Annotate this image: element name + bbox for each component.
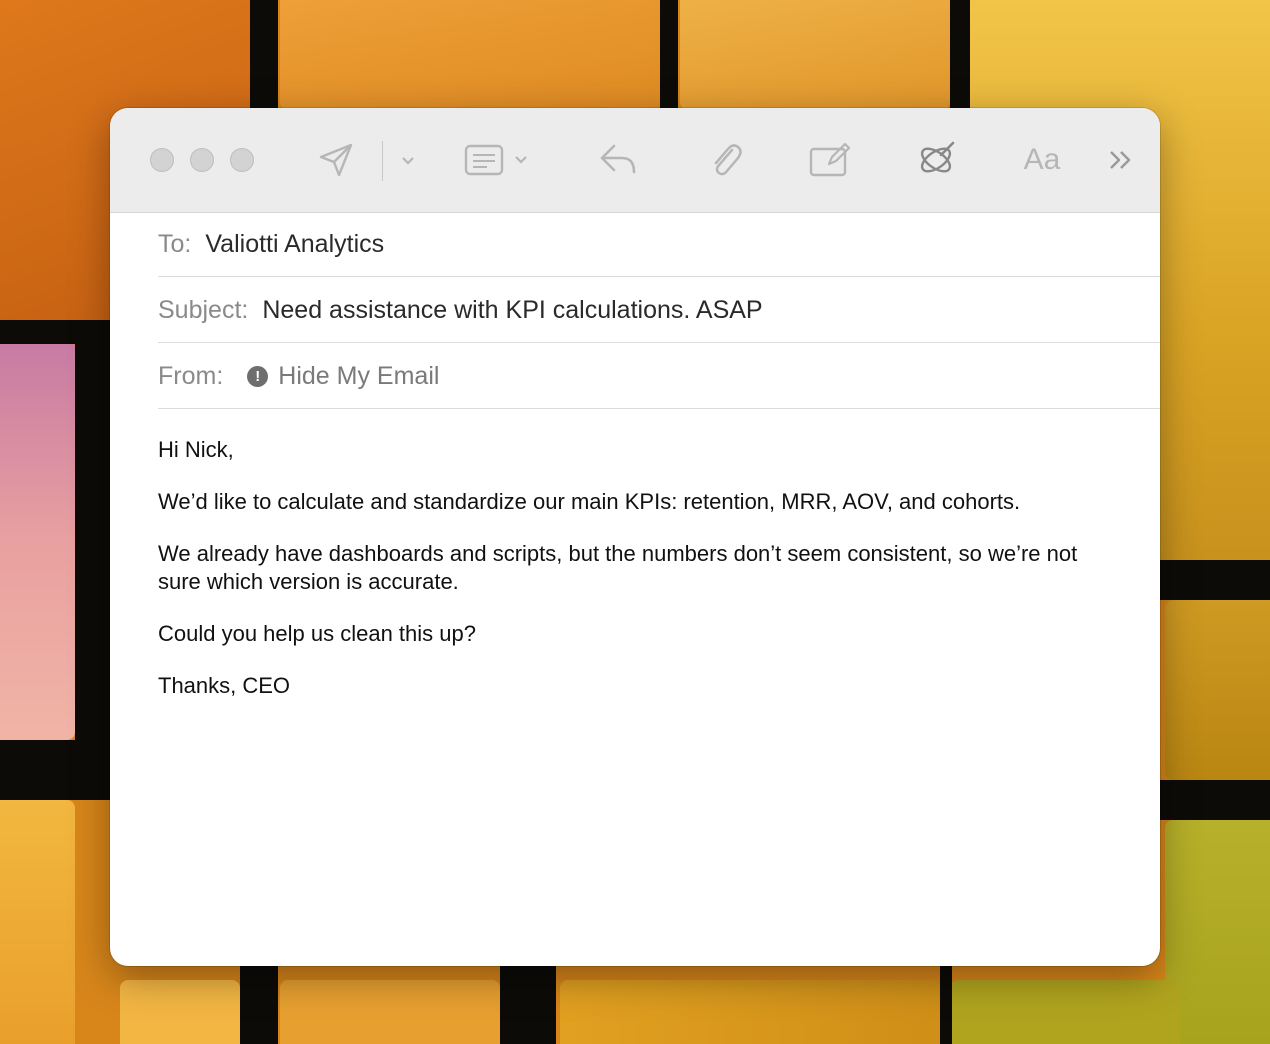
reply-icon[interactable] [596,138,640,182]
from-label: From: [158,361,224,390]
subject-label: Subject: [158,295,249,324]
header-fields-icon [464,144,527,176]
more-icon[interactable] [1104,138,1138,182]
paperclip-icon[interactable] [704,138,748,182]
send-icon[interactable] [314,138,358,182]
zoom-window-button[interactable] [230,148,254,172]
format-text-icon[interactable]: Aa [1020,138,1064,182]
to-field[interactable]: To: Valiotti Analytics [158,212,1160,277]
greeting: Hi Nick, [158,437,234,462]
subject-value[interactable]: Need assistance with KPI calculations. A… [262,296,762,325]
body-paragraph-3: Could you help us clean this up? [158,621,476,646]
body-paragraph-1: We’d like to calculate and standardize o… [158,489,1021,514]
warning-icon: ! [247,365,269,387]
from-field[interactable]: From: ! Hide My Email [158,344,1160,409]
close-window-button[interactable] [150,148,174,172]
markup-icon[interactable] [808,138,852,182]
to-recipient[interactable]: Valiotti Analytics [205,230,384,259]
minimize-window-button[interactable] [190,148,214,172]
mail-compose-window: Aa To: Valiotti Analytics Subject: Need … [110,108,1160,966]
toolbar: Aa [110,108,1160,213]
chevron-down-icon[interactable] [396,138,420,182]
message-body[interactable]: Hi Nick, We’d like to calculate and stan… [158,436,1118,724]
from-value[interactable]: Hide My Email [278,362,439,391]
signoff: Thanks, CEO [158,673,291,698]
toolbar-separator [382,141,383,181]
subject-field[interactable]: Subject: Need assistance with KPI calcul… [158,278,1160,343]
header-fields-button[interactable] [464,138,534,182]
body-paragraph-2: We already have dashboards and scripts, … [158,541,1078,594]
to-label: To: [158,229,192,258]
writing-tools-icon[interactable] [914,138,958,182]
